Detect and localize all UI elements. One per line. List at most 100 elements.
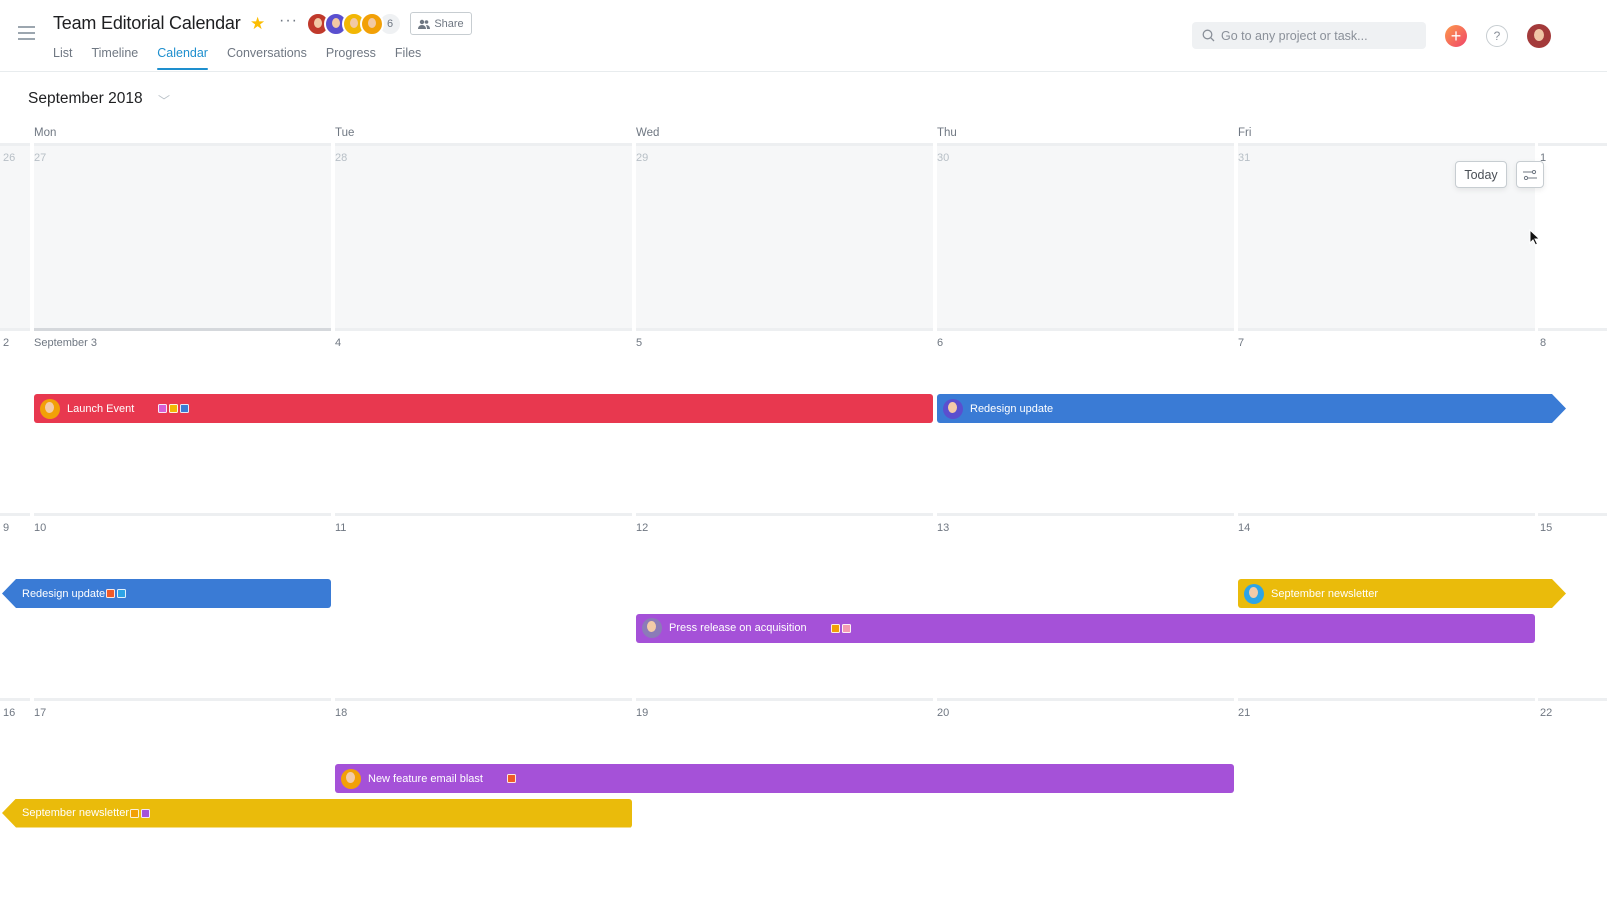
event-title: Redesign update (22, 587, 106, 600)
event-title: September newsletter (1271, 587, 1378, 600)
day-number: September 3 (34, 337, 97, 349)
day-cell[interactable]: 22 (1538, 698, 1607, 883)
calendar-event[interactable]: Redesign update (2, 579, 331, 608)
day-cell[interactable]: 21 (1238, 698, 1535, 883)
day-cell[interactable]: 17 (34, 698, 331, 883)
tab-files[interactable]: Files (395, 46, 421, 70)
day-number: 19 (636, 707, 649, 719)
event-tags (830, 623, 851, 633)
top-bar: Team Editorial Calendar ★ ··· 6 Share Li… (0, 0, 1607, 72)
project-tabs: List Timeline Calendar Conversations Progres… (53, 46, 440, 70)
weekday-header: Fri (1238, 127, 1252, 139)
calendar-week: 26 27 28 29 30 31 1 (0, 143, 1607, 328)
day-cell[interactable]: 16 (0, 698, 30, 883)
project-title: Team Editorial Calendar (53, 13, 241, 33)
tab-conversations[interactable]: Conversations (227, 46, 307, 70)
day-number: 18 (335, 707, 348, 719)
calendar-event[interactable]: Launch Event (34, 394, 933, 423)
day-number: 14 (1238, 522, 1251, 534)
tag-color-swatch (830, 623, 840, 633)
day-cell[interactable]: 12 (636, 513, 933, 698)
calendar-event[interactable]: New feature email blast (335, 764, 1234, 793)
tab-list[interactable]: List (53, 46, 72, 70)
day-cell[interactable]: 2 (0, 328, 30, 513)
event-title: Launch Event (67, 402, 135, 415)
event-title: September newsletter (22, 807, 129, 819)
day-cell[interactable]: 11 (335, 513, 632, 698)
assignee-avatar[interactable] (1244, 584, 1264, 604)
day-number: 20 (937, 707, 950, 719)
project-members[interactable]: 6 (306, 12, 402, 36)
day-number: 5 (636, 337, 643, 349)
weekday-header: Tue (335, 127, 355, 139)
search-icon (1202, 29, 1215, 42)
event-title: New feature email blast (368, 772, 483, 785)
user-avatar[interactable] (1527, 24, 1551, 48)
tab-timeline[interactable]: Timeline (91, 46, 138, 70)
tag-color-swatch (130, 808, 139, 818)
assignee-avatar[interactable] (341, 768, 361, 789)
event-title: Press release on acquisition (669, 622, 807, 634)
day-cell[interactable]: 29 (636, 143, 933, 328)
day-cell[interactable]: 27 (34, 143, 331, 328)
event-tags (506, 774, 516, 783)
day-number: 11 (335, 522, 347, 534)
calendar-event[interactable]: Redesign update (937, 394, 1566, 423)
event-tags (106, 589, 127, 598)
assignee-avatar[interactable] (943, 399, 963, 419)
day-number: 28 (335, 152, 348, 164)
assignee-avatar[interactable] (40, 398, 60, 419)
day-number: 26 (3, 152, 16, 164)
day-number: 4 (335, 337, 342, 349)
day-number: 16 (3, 707, 16, 719)
day-number: 10 (34, 522, 47, 534)
favorite-star-icon[interactable]: ★ (250, 14, 265, 34)
day-number: 27 (34, 152, 47, 164)
mouse-cursor-icon (1529, 229, 1541, 246)
sliders-icon (1523, 169, 1537, 180)
day-number: 21 (1238, 707, 1251, 719)
calendar-event[interactable]: September newsletter (1238, 579, 1566, 608)
tag-color-swatch (841, 623, 851, 633)
day-number: 22 (1540, 707, 1553, 719)
month-selector[interactable]: September 2018 (28, 90, 143, 108)
chevron-down-icon[interactable]: ﹀ (158, 92, 170, 109)
tag-color-swatch (141, 808, 150, 818)
search-bar[interactable] (1192, 22, 1426, 49)
people-icon (418, 19, 431, 29)
more-options-icon[interactable]: ··· (279, 12, 298, 30)
search-input[interactable] (1221, 28, 1411, 43)
quick-add-button[interactable]: + (1445, 25, 1467, 47)
weekday-header: Thu (937, 127, 957, 139)
share-button[interactable]: Share (410, 12, 472, 35)
day-cell[interactable]: 26 (0, 143, 30, 328)
tag-color-swatch (106, 589, 116, 598)
tag-color-swatch (169, 404, 179, 413)
day-cell[interactable]: 1 (1538, 143, 1607, 328)
day-number: 9 (3, 522, 10, 534)
day-number: 15 (1540, 522, 1553, 534)
event-tags (158, 404, 190, 413)
day-number: 31 (1238, 152, 1251, 164)
today-button[interactable]: Today (1455, 161, 1507, 188)
tag-color-swatch (117, 589, 127, 598)
day-number: 29 (636, 152, 649, 164)
tag-color-swatch (506, 774, 516, 783)
filter-settings-button[interactable] (1516, 161, 1544, 188)
help-button[interactable]: ? (1486, 25, 1508, 47)
day-cell[interactable]: 13 (937, 513, 1234, 698)
assignee-avatar[interactable] (642, 618, 662, 638)
hamburger-menu-icon[interactable] (18, 26, 35, 40)
tag-color-swatch (180, 404, 190, 413)
event-title: Redesign update (970, 402, 1054, 415)
member-avatar[interactable] (360, 12, 384, 36)
calendar-event[interactable]: Press release on acquisition (636, 613, 1535, 643)
tab-progress[interactable]: Progress (326, 46, 376, 70)
day-cell[interactable]: 30 (937, 143, 1234, 328)
day-number: 17 (34, 707, 47, 719)
tab-calendar[interactable]: Calendar (157, 46, 208, 70)
day-cell[interactable]: 28 (335, 143, 632, 328)
day-number: 8 (1540, 337, 1547, 349)
calendar-event[interactable]: September newsletter (2, 798, 632, 828)
tag-color-swatch (158, 404, 168, 413)
